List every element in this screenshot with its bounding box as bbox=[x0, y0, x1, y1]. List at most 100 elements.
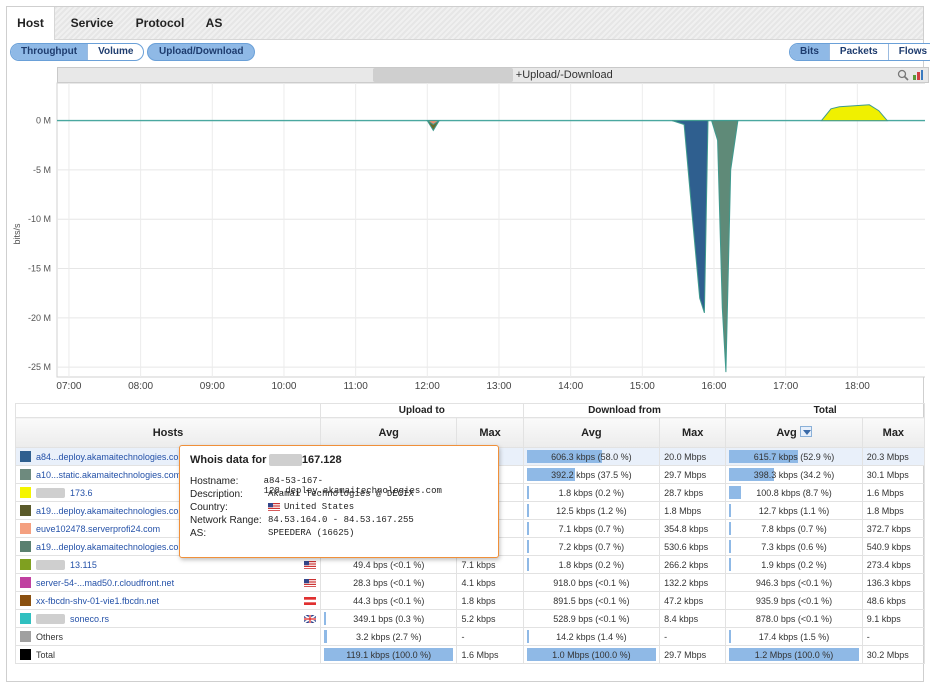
table-row[interactable]: Total 119.1 kbps (100.0 %) 1.6 Mbps 1.0 Mbp… bbox=[15, 645, 926, 664]
tot_avg-cell: 878.0 bps (<0.1 %) bbox=[725, 609, 863, 628]
dn_avg-cell: 14.2 kbps (1.4 %) bbox=[522, 627, 661, 646]
host-link[interactable]: server-54-...mad50.r.cloudfront.net bbox=[36, 578, 174, 588]
upload-avg-header[interactable]: Avg bbox=[319, 417, 458, 448]
packets-button[interactable]: Packets bbox=[828, 44, 888, 60]
tab-host[interactable]: Host bbox=[7, 7, 55, 40]
tot_avg-cell: 7.8 kbps (0.7 %) bbox=[725, 519, 863, 538]
us-flag-icon bbox=[304, 578, 316, 587]
y-tick-label: -25 M bbox=[28, 362, 51, 372]
uk-flag-icon bbox=[304, 614, 316, 623]
series-color-swatch bbox=[20, 559, 31, 570]
tot_avg-cell: 946.3 bps (<0.1 %) bbox=[725, 573, 863, 592]
dn_avg-value: 12.5 kbps (1.2 %) bbox=[556, 505, 627, 516]
us-flag-icon bbox=[268, 502, 280, 511]
host-cell: server-54-...mad50.r.cloudfront.net bbox=[15, 573, 321, 592]
dn-max-cell: 47.2 kbps bbox=[659, 591, 727, 610]
dn_avg-value: 891.5 bps (<0.1 %) bbox=[553, 595, 630, 606]
table-row[interactable]: xx-fbcdn-shv-01-vie1.fbcdn.net 44.3 bps (… bbox=[15, 591, 926, 610]
plot-area bbox=[56, 82, 925, 378]
upload-download-button[interactable]: Upload/Download bbox=[147, 43, 256, 61]
x-tick-label: 10:00 bbox=[271, 381, 296, 392]
table-row[interactable]: Others 3.2 kbps (2.7 %) - 14.2 kbps (1.4 %)… bbox=[15, 627, 926, 646]
tab-service[interactable]: Service bbox=[63, 7, 121, 40]
dn_avg-value: 14.2 kbps (1.4 %) bbox=[556, 631, 627, 642]
up_avg-value: 49.4 bps (<0.1 %) bbox=[353, 559, 425, 570]
chart-plot: 0 M -5 M -10 M -15 M -20 M -25 M 07:00 08:00 09:… bbox=[12, 82, 925, 392]
sort-desc-icon[interactable] bbox=[799, 426, 812, 438]
host-link[interactable]: 13.115 bbox=[70, 560, 97, 570]
hosts-column-header[interactable]: Hosts bbox=[15, 417, 321, 448]
download-avg-header[interactable]: Avg bbox=[522, 417, 661, 448]
series-color-swatch bbox=[20, 577, 31, 588]
tot-max-cell: 20.3 Mbps bbox=[861, 447, 926, 466]
up-max-cell: 1.8 kbps bbox=[456, 591, 524, 610]
dn-max-cell: 266.2 kbps bbox=[659, 555, 727, 574]
up_avg-cell: 349.1 bps (0.3 %) bbox=[319, 609, 458, 628]
tab-protocol[interactable]: Protocol bbox=[127, 7, 193, 40]
tot_avg-value: 935.9 bps (<0.1 %) bbox=[755, 595, 833, 606]
host-link[interactable]: a84...deploy.akamaitechnologies.com bbox=[36, 452, 186, 462]
tot-max-cell: 1.6 Mbps bbox=[861, 483, 926, 502]
table-row[interactable]: XX.XX. 13.115 49.4 bps (<0.1 %) 7.1 kbps 1.8… bbox=[15, 555, 926, 574]
austria-flag-icon bbox=[304, 596, 316, 605]
up-max-cell: - bbox=[456, 627, 524, 646]
host-link[interactable]: a19...deploy.akamaitechnologies.com bbox=[36, 542, 186, 552]
tot-max-cell: 48.6 kbps bbox=[861, 591, 926, 610]
tot_avg-value: 7.8 kbps (0.7 %) bbox=[761, 523, 827, 534]
flows-button[interactable]: Flows bbox=[887, 44, 930, 60]
dn_avg-value: 392.2 kbps (37.5 %) bbox=[551, 469, 632, 480]
x-tick-label: 07:00 bbox=[56, 381, 81, 392]
dn-max-cell: 354.8 kbps bbox=[659, 519, 727, 538]
whois-country-row: Country: United States bbox=[190, 502, 488, 515]
series-color-swatch bbox=[20, 469, 31, 480]
host-cell: XX.XX. soneco.rs bbox=[15, 609, 321, 628]
tot_avg-cell: 1.9 kbps (0.2 %) bbox=[725, 555, 863, 574]
dn_avg-value: 1.8 kbps (0.2 %) bbox=[558, 487, 625, 498]
host-link[interactable]: a19...deploy.akamaitechnologies.com bbox=[36, 506, 186, 516]
host-link[interactable]: 173.6 bbox=[70, 488, 93, 498]
table-row[interactable]: server-54-...mad50.r.cloudfront.net 28.3 … bbox=[15, 573, 926, 592]
main-panel: Host Service Protocol AS Throughput Volu… bbox=[6, 6, 930, 682]
whois-value: SPEEDERA (16625) bbox=[268, 528, 355, 538]
up_avg-value: 28.3 bps (<0.1 %) bbox=[353, 577, 425, 588]
volume-button[interactable]: Volume bbox=[87, 44, 143, 60]
dn_avg-value: 528.9 bps (<0.1 %) bbox=[553, 613, 630, 624]
up_avg-value: 3.2 kbps (2.7 %) bbox=[355, 631, 422, 642]
tot-max-cell: 1.8 Mbps bbox=[861, 501, 926, 520]
dn_avg-cell: 1.8 kbps (0.2 %) bbox=[522, 483, 661, 502]
x-tick-label: 18:00 bbox=[845, 381, 870, 392]
host-link[interactable]: soneco.rs bbox=[70, 614, 109, 624]
tab-as[interactable]: AS bbox=[199, 7, 229, 40]
tot_avg-cell: 12.7 kbps (1.1 %) bbox=[725, 501, 863, 520]
series-color-swatch bbox=[20, 631, 31, 642]
upload-max-header[interactable]: Max bbox=[456, 417, 524, 448]
download-max-header[interactable]: Max bbox=[659, 417, 727, 448]
dn_avg-cell: 528.9 bps (<0.1 %) bbox=[522, 609, 661, 628]
host-link[interactable]: xx-fbcdn-shv-01-vie1.fbcdn.net bbox=[36, 596, 159, 606]
upload-header: Upload to bbox=[320, 403, 524, 418]
total-max-header[interactable]: Max bbox=[861, 417, 926, 448]
up-max-cell: 4.1 kbps bbox=[456, 573, 524, 592]
series-color-swatch bbox=[20, 541, 31, 552]
metric-toggle: Throughput Volume bbox=[10, 43, 145, 61]
x-tick-label: 14:00 bbox=[558, 381, 583, 392]
dn_avg-value: 606.3 kbps (58.0 %) bbox=[551, 451, 632, 462]
whois-value: a84-53-167-128.deploy.akamaitechnologies… bbox=[263, 476, 442, 496]
x-tick-label: 13:00 bbox=[486, 381, 511, 392]
x-tick-label: 17:00 bbox=[773, 381, 798, 392]
total-avg-header[interactable]: Avg bbox=[725, 417, 863, 448]
us-flag-icon bbox=[304, 560, 316, 569]
dn_avg-value: 7.1 kbps (0.7 %) bbox=[558, 523, 625, 534]
bits-button[interactable]: Bits bbox=[790, 44, 829, 60]
dn_avg-value: 1.8 kbps (0.2 %) bbox=[558, 559, 625, 570]
dn_avg-value: 1.0 Mbps (100.0 %) bbox=[552, 649, 631, 660]
series-color-swatch bbox=[20, 505, 31, 516]
redacted-host: XX.XX. bbox=[36, 559, 66, 570]
host-link[interactable]: a10...static.akamaitechnologies.com bbox=[36, 470, 181, 480]
tot_avg-cell: 1.2 Mbps (100.0 %) bbox=[725, 645, 863, 664]
dn_avg-cell: 891.5 bps (<0.1 %) bbox=[522, 591, 661, 610]
up_avg-value: 119.1 kbps (100.0 %) bbox=[346, 649, 432, 660]
table-row[interactable]: XX.XX. soneco.rs 349.1 bps (0.3 %) 5.2 kbps… bbox=[15, 609, 926, 628]
throughput-button[interactable]: Throughput bbox=[11, 44, 88, 60]
host-link[interactable]: euve102478.serverprofi24.com bbox=[36, 524, 160, 534]
